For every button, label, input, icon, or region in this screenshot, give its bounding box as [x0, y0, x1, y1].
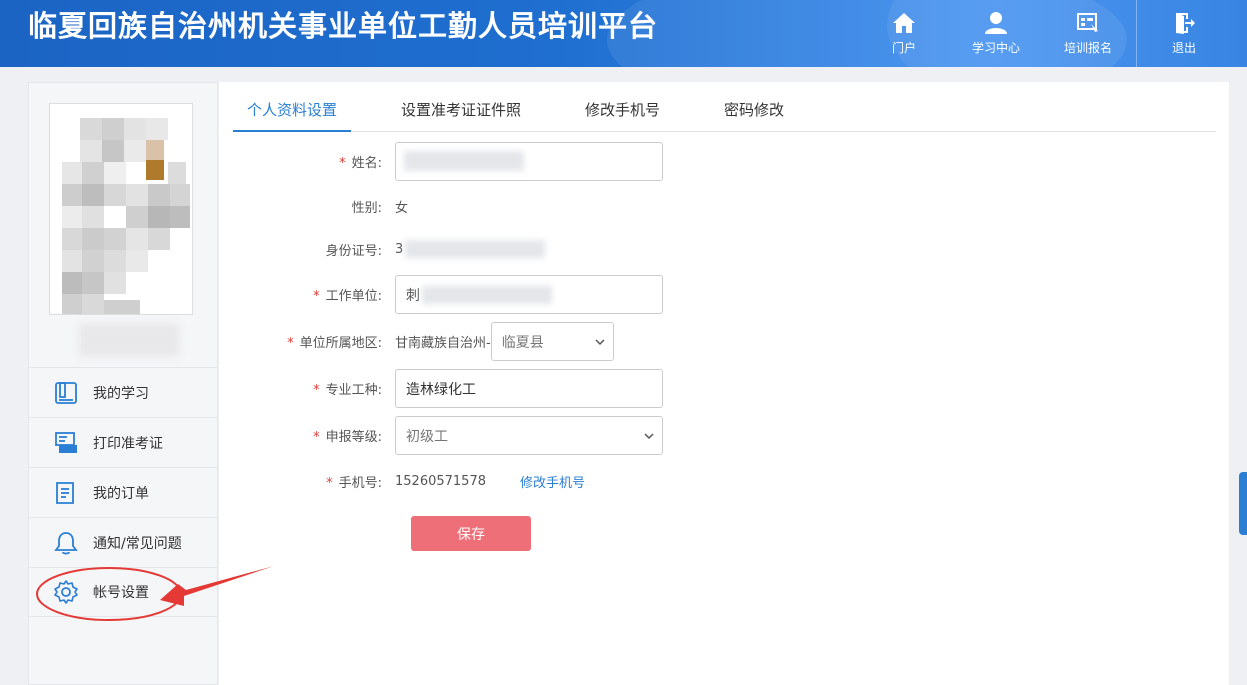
order-icon — [56, 481, 74, 504]
save-button[interactable]: 保存 — [411, 516, 531, 551]
nav-study-center[interactable]: 学习中心 — [966, 0, 1026, 67]
gender-row: 性别: 女 — [219, 197, 408, 216]
sidebar-item-label: 打印准考证 — [93, 435, 163, 452]
user-icon — [985, 12, 1007, 34]
level-label: * 申报等级: — [313, 430, 382, 445]
sidebar: 我的学习 打印准考证 我的订单 通知/常见问题 帐号设置 — [28, 82, 218, 685]
name-row: * 姓名: — [219, 142, 663, 181]
nav-label: 退出 — [1171, 41, 1196, 55]
unit-row: * 工作单位: 刺 — [219, 275, 663, 314]
region-row: * 单位所属地区: 甘南藏族自治州- 临夏县 — [219, 322, 614, 361]
logout-icon — [1176, 13, 1195, 34]
nav-training-signup[interactable]: 培训报名 — [1058, 0, 1118, 67]
sidebar-menu: 我的学习 打印准考证 我的订单 通知/常见问题 帐号设置 — [29, 367, 217, 617]
level-row: * 申报等级: 初级工 — [219, 416, 663, 455]
bell-icon — [54, 531, 78, 554]
printer-icon — [55, 431, 77, 453]
header-bar: 临夏回族自治州机关事业单位工勤人员培训平台 门户 学习中心 培训报名 退出 — [0, 0, 1247, 67]
side-float-tab[interactable] — [1239, 472, 1247, 535]
county-select[interactable]: 临夏县 — [490, 322, 614, 361]
home-icon — [893, 13, 915, 33]
gender-value: 女 — [395, 201, 409, 216]
work-unit-field[interactable]: 刺 — [395, 275, 663, 314]
region-label: * 单位所属地区: — [287, 336, 382, 351]
main-panel: 个人资料设置 设置准考证证件照 修改手机号 密码修改 * 姓名: 性别: 女 身份… — [219, 82, 1229, 685]
nav-label: 门户 — [891, 41, 916, 55]
chevron-down-icon — [595, 338, 605, 345]
id-label: 身份证号: — [325, 244, 382, 259]
chevron-down-icon — [644, 432, 654, 439]
sidebar-item-account-settings[interactable]: 帐号设置 — [29, 567, 217, 617]
trade-field[interactable]: 造林绿化工 — [395, 369, 663, 408]
sidebar-item-print-admission[interactable]: 打印准考证 — [29, 417, 217, 467]
trade-row: * 专业工种: 造林绿化工 — [219, 369, 663, 408]
sidebar-item-label: 我的学习 — [93, 385, 149, 402]
signup-icon — [1077, 13, 1098, 32]
user-name-blurred — [79, 323, 179, 357]
sidebar-item-my-study[interactable]: 我的学习 — [29, 367, 217, 417]
unit-label: * 工作单位: — [313, 289, 382, 304]
change-phone-link[interactable]: 修改手机号 — [520, 472, 585, 491]
phone-row: * 手机号: 15260571578 修改手机号 — [219, 472, 585, 491]
sidebar-item-notices[interactable]: 通知/常见问题 — [29, 517, 217, 567]
tab-change-phone[interactable]: 修改手机号 — [571, 82, 674, 132]
nav-label: 培训报名 — [1063, 41, 1112, 55]
region-prefix: 甘南藏族自治州- — [395, 336, 491, 351]
level-select[interactable]: 初级工 — [395, 416, 663, 455]
phone-label: * 手机号: — [326, 476, 382, 491]
sidebar-item-label: 帐号设置 — [93, 585, 149, 601]
avatar-photo — [49, 103, 193, 315]
nav-portal[interactable]: 门户 — [880, 0, 928, 67]
nav-divider — [1136, 0, 1137, 67]
sidebar-item-label: 通知/常见问题 — [93, 535, 182, 552]
nav-label: 学习中心 — [971, 41, 1020, 55]
sidebar-item-label: 我的订单 — [93, 485, 149, 502]
name-field[interactable] — [395, 142, 663, 181]
id-row: 身份证号: 3 — [219, 240, 555, 259]
required-mark: * — [339, 156, 346, 171]
book-icon — [55, 381, 77, 404]
sidebar-item-my-orders[interactable]: 我的订单 — [29, 467, 217, 517]
phone-value: 15260571578 — [395, 474, 486, 489]
gender-label: 性别: — [351, 201, 382, 216]
tab-admission-photo[interactable]: 设置准考证证件照 — [387, 82, 535, 132]
site-title: 临夏回族自治州机关事业单位工勤人员培训平台 — [28, 9, 659, 43]
id-value: 3 — [395, 240, 555, 258]
tab-change-password[interactable]: 密码修改 — [710, 82, 798, 132]
tab-bar: 个人资料设置 设置准考证证件照 修改手机号 密码修改 — [233, 82, 1216, 132]
nav-logout[interactable]: 退出 — [1164, 0, 1204, 67]
name-label: * 姓名: — [339, 156, 382, 171]
gear-icon — [54, 580, 78, 604]
trade-label: * 专业工种: — [313, 383, 382, 398]
tab-profile-settings[interactable]: 个人资料设置 — [233, 82, 352, 132]
